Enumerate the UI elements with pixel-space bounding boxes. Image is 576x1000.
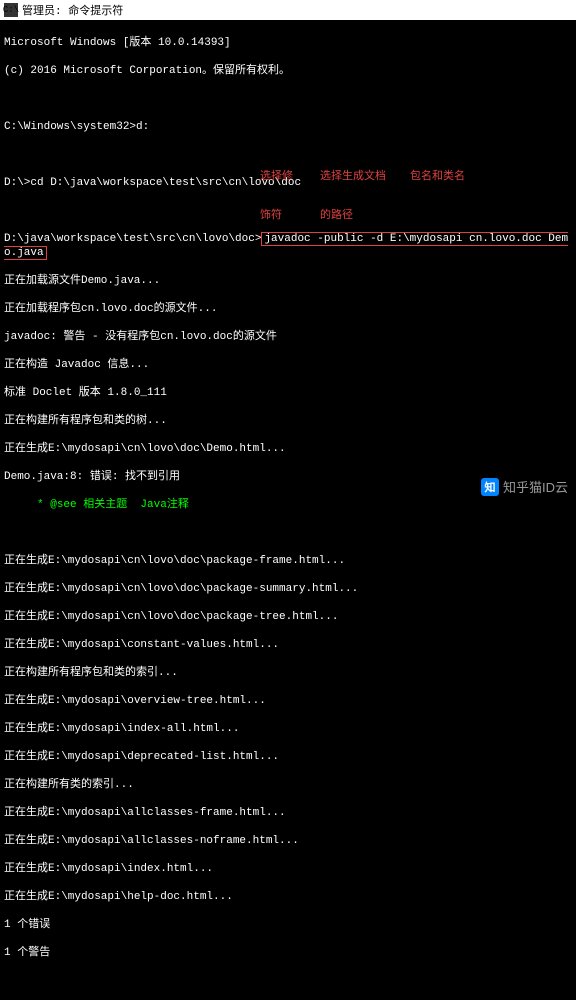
output-line: 正在生成E:\mydosapi\cn\lovo\doc\package-summ… <box>4 582 572 596</box>
output-line: 正在生成E:\mydosapi\cn\lovo\doc\package-tree… <box>4 610 572 624</box>
zhihu-icon: 知 <box>481 478 499 496</box>
watermark-text: 知乎猫ID云 <box>503 477 568 496</box>
annotation-modifier: 选择修 饰符 <box>260 145 293 236</box>
output-see-line: * @see 相关主题 Java注释 <box>4 498 572 512</box>
output-line: 标准 Doclet 版本 1.8.0_111 <box>4 386 572 400</box>
output-line: 正在生成E:\mydosapi\constant-values.html... <box>4 638 572 652</box>
output-line: 正在加载源文件Demo.java... <box>4 274 572 288</box>
output-line: 正在生成E:\mydosapi\index.html... <box>4 862 572 876</box>
output-warning-count: 1 个警告 <box>4 946 572 960</box>
output-line: 正在生成E:\mydosapi\overview-tree.html... <box>4 694 572 708</box>
blank <box>4 92 572 106</box>
output-line: 正在生成E:\mydosapi\cn\lovo\doc\package-fram… <box>4 554 572 568</box>
blank <box>4 526 572 540</box>
annotation-package-class: 包名和类名 <box>410 145 465 197</box>
blank <box>4 974 572 988</box>
prompt-line: C:\Windows\system32>d: <box>4 120 572 134</box>
output-line: 正在生成E:\mydosapi\help-doc.html... <box>4 890 572 904</box>
watermark: 知 知乎猫ID云 <box>481 477 568 496</box>
title-bar: C:\ 管理员: 命令提示符 <box>0 0 576 20</box>
output-line: 正在生成E:\mydosapi\allclasses-noframe.html.… <box>4 834 572 848</box>
output-line: 正在生成E:\mydosapi\cn\lovo\doc\Demo.html... <box>4 442 572 456</box>
terminal-content[interactable]: Microsoft Windows [版本 10.0.14393] (c) 20… <box>0 20 576 1000</box>
output-line: 正在构建所有程序包和类的索引... <box>4 666 572 680</box>
output-line: 正在生成E:\mydosapi\index-all.html... <box>4 722 572 736</box>
output-error-count: 1 个错误 <box>4 918 572 932</box>
copyright-line: (c) 2016 Microsoft Corporation。保留所有权利。 <box>4 64 572 78</box>
output-line: 正在生成E:\mydosapi\allclasses-frame.html... <box>4 806 572 820</box>
output-line: 正在构建所有类的索引... <box>4 778 572 792</box>
output-line: 正在加载程序包cn.lovo.doc的源文件... <box>4 302 572 316</box>
cmd-icon: C:\ <box>4 3 18 17</box>
output-line: javadoc: 警告 - 没有程序包cn.lovo.doc的源文件 <box>4 330 572 344</box>
javadoc-command-line: D:\java\workspace\test\src\cn\lovo\doc>j… <box>4 232 572 260</box>
output-line: 正在构造 Javadoc 信息... <box>4 358 572 372</box>
title-text: 管理员: 命令提示符 <box>22 2 123 18</box>
output-line: 正在生成E:\mydosapi\deprecated-list.html... <box>4 750 572 764</box>
output-line: 正在构建所有程序包和类的树... <box>4 414 572 428</box>
version-line: Microsoft Windows [版本 10.0.14393] <box>4 36 572 50</box>
annotation-path: 选择生成文档 的路径 <box>320 145 386 236</box>
